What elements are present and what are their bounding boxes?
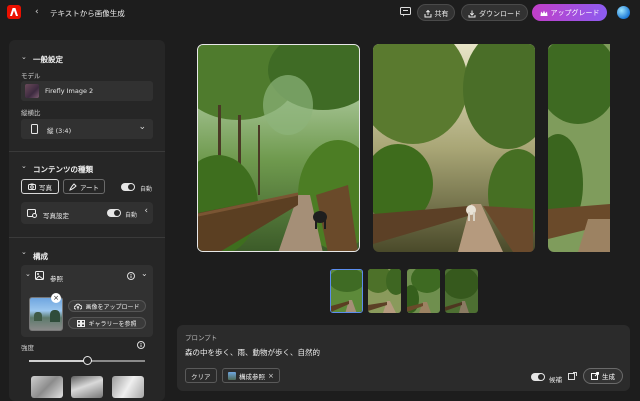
composition-reference-chip: 構成参照 ×	[222, 368, 280, 383]
clear-label: クリア	[191, 372, 211, 381]
thumbnail-3[interactable]	[407, 269, 440, 313]
share-button[interactable]: 共有	[417, 4, 455, 21]
model-select[interactable]: Firefly Image 2	[21, 81, 153, 101]
aspect-ratio-select[interactable]: 縦 (3:4) ⌄	[21, 119, 153, 139]
prompt-label: プロンプト	[185, 334, 218, 342]
dropdown-chevron-icon: ⌄	[138, 122, 146, 132]
upgrade-label: アップグレード	[550, 9, 600, 17]
upgrade-button[interactable]: アップグレード	[532, 4, 607, 21]
remove-chip-icon[interactable]: ×	[268, 372, 274, 380]
gallery-icon	[77, 319, 86, 327]
photo-settings-switch[interactable]	[107, 209, 121, 217]
collapse-chevron-icon[interactable]: ⌄	[21, 53, 27, 61]
download-button[interactable]: ダウンロード	[461, 4, 528, 21]
browse-gallery-button[interactable]: ギャラリーを参照	[68, 317, 146, 329]
reference-card: ⌄ 参照 ⌄ × 画像をアップロード ギャラリーを参照	[21, 265, 153, 337]
photo-settings-row[interactable]: 写真設定 自動 ‹	[21, 202, 153, 224]
strength-slider-fill	[29, 360, 87, 362]
aspect-value: 縦 (3:4)	[47, 127, 72, 135]
share-label: 共有	[434, 10, 449, 18]
candidates-switch[interactable]	[531, 373, 545, 381]
expand-chevron-icon[interactable]: ‹	[144, 206, 148, 216]
user-avatar[interactable]	[617, 6, 630, 19]
photo-settings-label: 写真設定	[43, 212, 69, 220]
style-thumbnail[interactable]	[71, 376, 103, 398]
model-value: Firefly Image 2	[45, 87, 94, 95]
dropdown-chevron-icon[interactable]: ⌄	[141, 269, 148, 278]
portrait-icon	[31, 124, 38, 134]
download-icon	[468, 10, 476, 18]
model-thumbnail	[25, 84, 39, 98]
general-settings-title: 一般設定	[33, 55, 63, 64]
thumbnail-4[interactable]	[445, 269, 478, 313]
generated-image-2[interactable]	[373, 44, 535, 252]
art-toggle-button[interactable]: アート	[63, 179, 105, 194]
camera-icon	[28, 183, 36, 190]
upload-label: 画像をアップロード	[85, 303, 140, 311]
thumbnail-1[interactable]	[330, 269, 363, 313]
collapse-chevron-icon[interactable]: ⌄	[21, 162, 27, 170]
prompt-input[interactable]: 森の中を歩く、雨、動物が歩く、自然的	[185, 347, 320, 358]
top-bar: ‹ テキストから画像生成 共有 ダウンロード アップグレード	[0, 0, 640, 26]
clear-button[interactable]: クリア	[185, 368, 217, 383]
prompt-panel: プロンプト 森の中を歩く、雨、動物が歩く、自然的 クリア 構成参照 × 候補 生…	[177, 325, 630, 391]
gallery-label: ギャラリーを参照	[88, 320, 137, 328]
collapse-chevron-icon[interactable]: ⌄	[21, 248, 27, 256]
download-label: ダウンロード	[479, 10, 521, 18]
photo-label: 写真	[39, 183, 52, 192]
upload-image-button[interactable]: 画像をアップロード	[68, 300, 146, 312]
generate-button[interactable]: 生成	[583, 368, 623, 384]
art-brush-icon	[69, 182, 77, 191]
auto-switch[interactable]	[121, 183, 135, 191]
candidates-label: 候補	[549, 376, 562, 384]
generate-icon	[591, 372, 599, 380]
share-icon	[424, 10, 431, 18]
crown-icon	[540, 10, 547, 16]
art-label: アート	[79, 183, 100, 192]
strength-slider-handle[interactable]	[82, 356, 92, 365]
auto-label: 自動	[140, 186, 153, 193]
reference-icon	[35, 271, 44, 280]
remove-reference-icon[interactable]: ×	[51, 293, 61, 303]
aspect-label: 縦横比	[21, 109, 41, 117]
style-thumbnail[interactable]	[112, 376, 144, 398]
divider	[9, 237, 165, 238]
page-title: テキストから画像生成	[50, 9, 125, 18]
photo-settings-icon	[27, 209, 37, 218]
feedback-icon[interactable]	[400, 7, 411, 17]
photo-settings-auto-label: 自動	[125, 212, 138, 219]
strength-label: 強度	[21, 344, 34, 352]
photo-toggle-button[interactable]: 写真	[21, 179, 59, 194]
divider	[9, 151, 165, 152]
upload-icon	[74, 303, 83, 309]
thumbnail-2[interactable]	[368, 269, 401, 313]
generate-label: 生成	[602, 373, 615, 381]
reference-thumbnail-icon	[228, 371, 236, 380]
collapse-chevron-icon[interactable]: ⌄	[25, 270, 31, 278]
content-type-title: コンテンツの種類	[33, 165, 93, 174]
settings-sidebar: ⌄ 一般設定 モデル Firefly Image 2 縦横比 縦 (3:4) ⌄…	[9, 40, 165, 401]
comp-ref-label: 構成参照	[239, 372, 265, 381]
generated-image-3[interactable]	[548, 44, 610, 252]
strength-info-icon[interactable]	[137, 341, 145, 349]
model-label: モデル	[21, 72, 41, 80]
reference-label: 参照	[50, 275, 63, 283]
info-icon[interactable]	[127, 272, 135, 280]
composition-title: 構成	[33, 252, 48, 261]
generated-image-1[interactable]	[197, 44, 360, 252]
style-thumbnail[interactable]	[31, 376, 63, 398]
back-chevron-icon[interactable]: ‹	[35, 7, 39, 17]
adobe-logo-icon[interactable]	[7, 5, 21, 19]
candidates-settings-icon[interactable]	[568, 372, 577, 381]
